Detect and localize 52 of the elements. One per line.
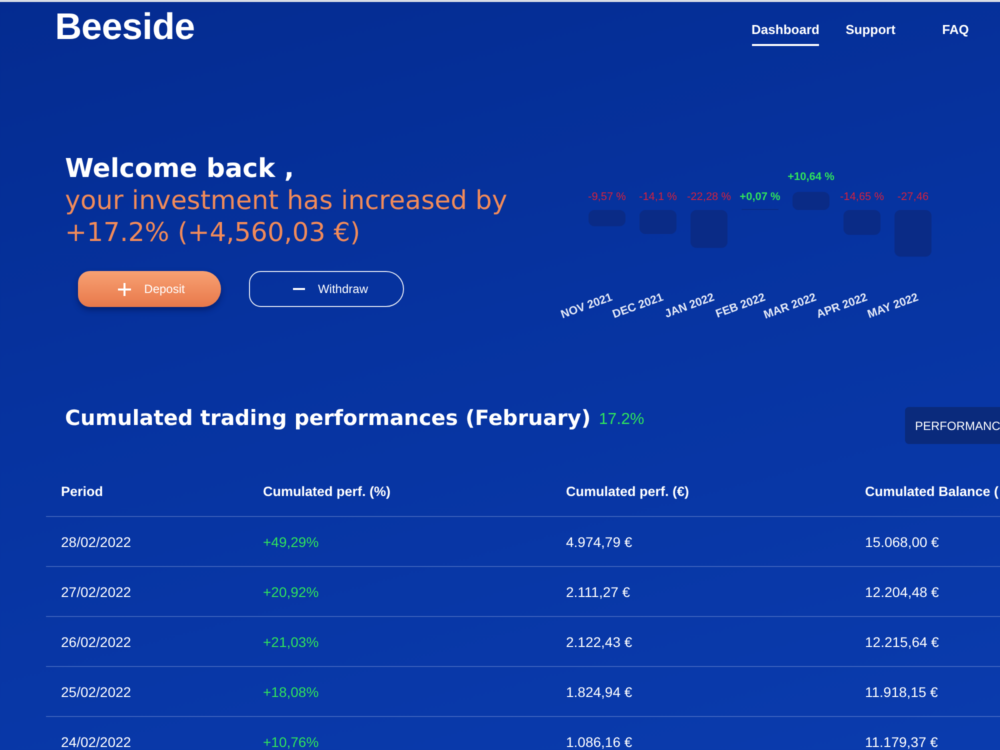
bar-value-label: -27,46 [897, 191, 929, 203]
chart-bar [588, 210, 626, 226]
table-cell-text: +20,92% [263, 584, 320, 600]
column-header: Cumulated Balance ( [865, 484, 1000, 498]
table-cell-text: 1.824,94 € [566, 684, 634, 700]
nav-tab[interactable]: FAQ [942, 16, 969, 46]
logo[interactable]: Beeside [55, 7, 195, 47]
table-cell-text: 26/02/2022 [61, 634, 132, 650]
column-header: Cumulated perf. (€) [566, 484, 690, 498]
table-cell-text: 11.179,37 € [865, 734, 939, 750]
chart-bar [844, 210, 880, 235]
table-cell-text: 12.215,64 € [865, 634, 940, 650]
minus-icon [292, 288, 305, 290]
table-cell-text: 1.086,16 € [566, 734, 634, 750]
table-cell-text: 12.204,48 € [865, 584, 940, 600]
table-cell-text: +21,03% [263, 634, 320, 650]
performance-button[interactable]: PERFORMANC [905, 407, 1000, 444]
month-label: MAY 2022 [866, 292, 920, 321]
chart-bar [690, 210, 728, 248]
bar-value-label: -22,28 % [686, 191, 732, 203]
bar-value-label: +10,64 % [788, 170, 834, 183]
table-cell-text: +18,08% [263, 684, 320, 700]
bar-value-label: -14,1 % [639, 191, 677, 203]
table-cell-text: 11.918,15 € [865, 684, 939, 700]
table-cell-text: 27/02/2022 [61, 584, 132, 600]
table-cell-text: +10,76% [263, 734, 320, 750]
nav-tab[interactable]: Dashboard [752, 16, 820, 46]
welcome-heading: Welcome back , [65, 153, 296, 185]
month-label: JAN 2022 [663, 292, 716, 321]
chart-bar [792, 192, 830, 210]
nav-tab[interactable]: Support [846, 16, 896, 46]
column-header: Period [61, 484, 104, 498]
table-cell-text: 4.974,79 € [566, 534, 634, 550]
table-cell-text: 2.122,43 € [566, 634, 634, 650]
chart-bar [894, 210, 932, 257]
investment-message: your investment has increased by +17.2% (+4,560,03 €) [65, 185, 508, 249]
column-header: Cumulated perf. (%) [263, 484, 392, 498]
table-cell-text: 28/02/2022 [61, 534, 132, 550]
plus-icon [118, 282, 132, 296]
month-label: DEC 2021 [611, 292, 666, 321]
bar-value-label: -14,65 % [840, 191, 884, 203]
table-cell-text: 24/02/2022 [61, 734, 132, 750]
table-cell-text: 2.111,27 € [566, 584, 632, 600]
bar-value-label: +0,07 % [740, 191, 780, 203]
section-title: Cumulated trading performances (February) [65, 407, 591, 429]
table-cell-text: 25/02/2022 [61, 684, 132, 700]
bar-value-label: -9,57 % [588, 191, 626, 203]
total-performance: 17.2% [598, 410, 644, 430]
table-cell-text: 15.068,00 € [865, 534, 940, 550]
chart-bar [640, 210, 676, 234]
withdraw-button[interactable]: Withdraw [249, 271, 404, 307]
table-cell-text: +49,29% [263, 534, 320, 550]
